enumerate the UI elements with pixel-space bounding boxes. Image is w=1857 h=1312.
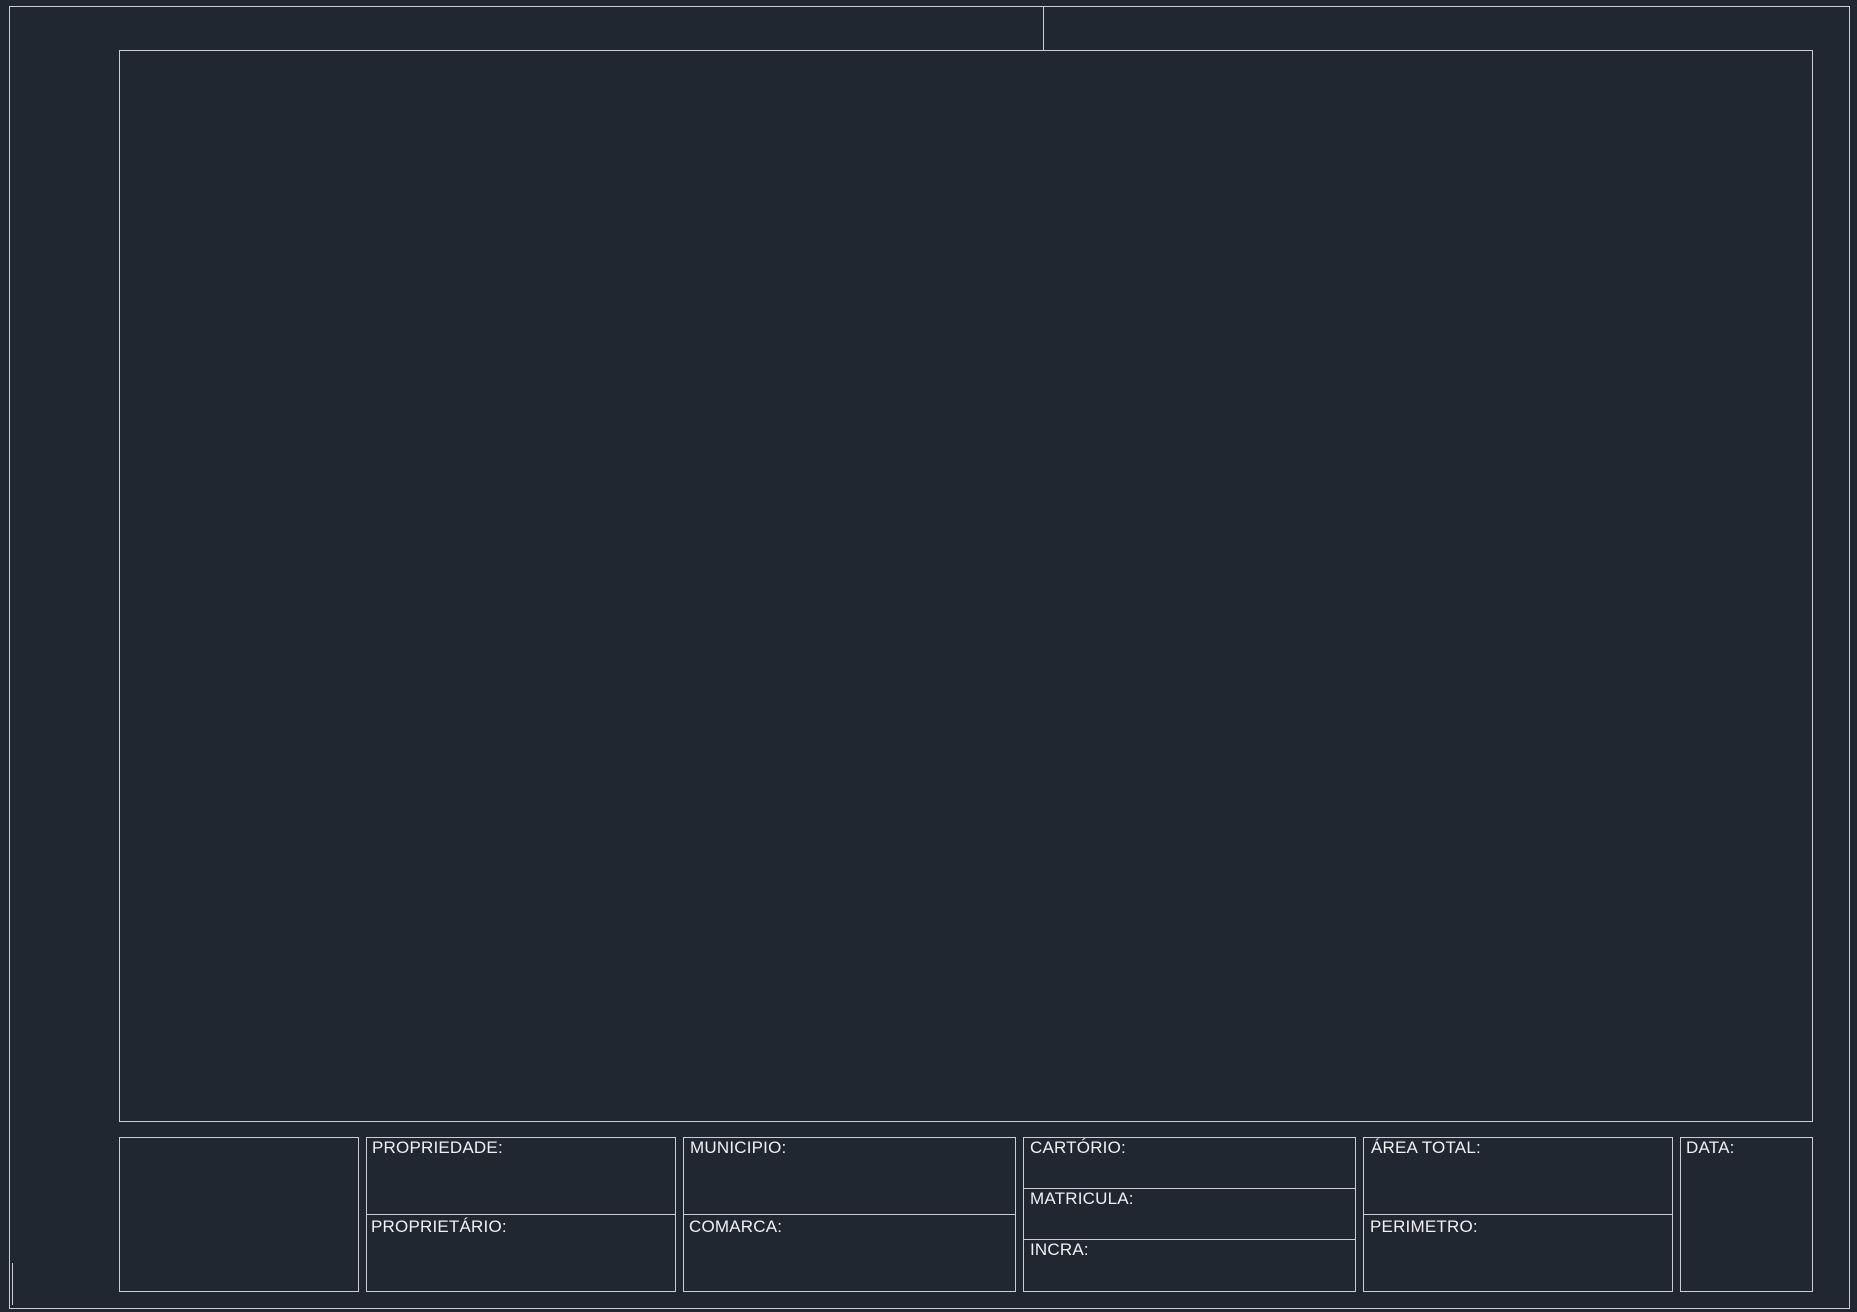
municipality-cell: MUNICIPIO: COMARCA: [683,1137,1016,1292]
municipality-cell-divider [684,1214,1015,1215]
area-cell: ÁREA TOTAL: PERIMETRO: [1363,1137,1673,1292]
sheet-center-mark [1043,6,1044,50]
property-cell-divider [367,1214,675,1215]
comarca-label: COMARCA: [689,1217,783,1236]
matricula-label: MATRICULA: [1030,1189,1134,1208]
cartorio-label: CARTÓRIO: [1030,1138,1126,1157]
date-cell: DATA: [1680,1137,1813,1292]
municipio-label: MUNICIPIO: [690,1138,787,1157]
data-label: DATA: [1686,1138,1735,1157]
sheet-corner-mark [12,1263,13,1305]
logo-cell [119,1137,359,1292]
proprietario-label: PROPRIETÁRIO: [371,1217,507,1236]
area-total-label: ÁREA TOTAL: [1371,1138,1481,1157]
area-cell-divider [1364,1214,1672,1215]
drawing-area-frame [119,50,1813,1122]
incra-label: INCRA: [1030,1240,1089,1259]
propriedade-label: PROPRIEDADE: [372,1138,503,1157]
registry-cell: CARTÓRIO: MATRICULA: INCRA: [1023,1137,1356,1292]
property-cell: PROPRIEDADE: PROPRIETÁRIO: [366,1137,676,1292]
perimetro-label: PERIMETRO: [1370,1217,1478,1236]
